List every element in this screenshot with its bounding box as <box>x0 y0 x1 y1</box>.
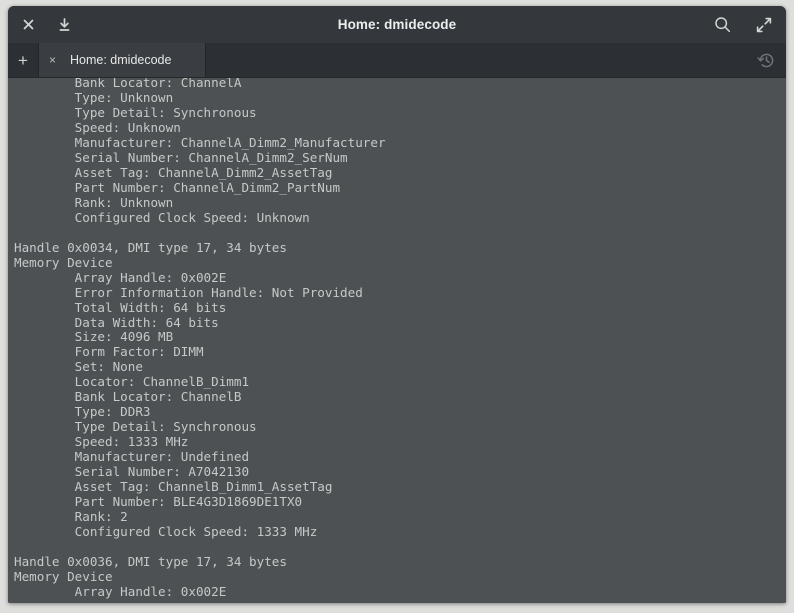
terminal-line: Serial Number: ChannelA_Dimm2_SerNum <box>14 149 348 165</box>
tab-label: Home: dmidecode <box>70 53 172 67</box>
terminal-line: Array Handle: 0x002E <box>14 269 227 285</box>
terminal-line: Type: Unknown <box>14 89 174 105</box>
terminal-line: Asset Tag: ChannelA_Dimm2_AssetTag <box>14 164 333 180</box>
terminal-line: Type: DDR3 <box>14 404 151 420</box>
terminal-line: Error Information Handle: Not Provided <box>14 284 363 300</box>
terminal-line: Handle 0x0034, DMI type 17, 34 bytes <box>14 239 287 255</box>
terminal-line: Locator: ChannelB_Dimm1 <box>14 374 250 390</box>
terminal-line: Size: 4096 MB <box>14 329 174 345</box>
terminal-window: Home: dmidecode + × Home: dmidecode Bank… <box>8 6 786 603</box>
new-tab-label: + <box>18 50 28 70</box>
terminal-line: Memory Device <box>14 254 113 270</box>
terminal-line: Type Detail: Synchronous <box>14 419 257 435</box>
terminal-line: Set: None <box>14 359 143 375</box>
terminal-line: Manufacturer: ChannelA_Dimm2_Manufacture… <box>14 134 386 150</box>
window-titlebar[interactable]: Home: dmidecode <box>8 6 786 43</box>
terminal-line: Total Width: 64 bits <box>14 299 227 315</box>
history-icon[interactable] <box>746 43 786 77</box>
terminal-line: Speed: 1333 MHz <box>14 434 189 450</box>
terminal-text: Bank Locator: ChannelA Type: Unknown Typ… <box>14 78 786 603</box>
terminal-output-area[interactable]: Bank Locator: ChannelA Type: Unknown Typ… <box>8 78 786 603</box>
terminal-line: Form Factor: DIMM <box>14 344 204 360</box>
tab-close-icon[interactable]: × <box>49 54 56 66</box>
terminal-line: Configured Clock Speed: 1333 MHz <box>14 524 318 540</box>
terminal-line: Memory Device <box>14 568 113 584</box>
tab-bar-empty-area <box>206 43 746 77</box>
terminal-line: Rank: Unknown <box>14 194 174 210</box>
terminal-line: Manufacturer: Undefined <box>14 449 250 465</box>
terminal-line: Serial Number: A7042130 <box>14 464 250 480</box>
fullscreen-icon[interactable] <box>754 15 774 35</box>
terminal-line: Asset Tag: ChannelB_Dimm1_AssetTag <box>14 479 333 495</box>
terminal-line: Type Detail: Synchronous <box>14 104 257 120</box>
terminal-line: Part Number: BLE4G3D1869DE1TX0 <box>14 494 303 510</box>
close-icon[interactable] <box>18 15 38 35</box>
terminal-line: Array Handle: 0x002E <box>14 583 227 599</box>
terminal-line: Speed: Unknown <box>14 119 181 135</box>
titlebar-left-buttons <box>8 15 74 35</box>
terminal-line: Bank Locator: ChannelB <box>14 389 242 405</box>
terminal-line: Data Width: 64 bits <box>14 314 219 330</box>
terminal-line: Rank: 2 <box>14 509 128 525</box>
terminal-line: Bank Locator: ChannelA <box>14 78 242 90</box>
tab-home-dmidecode[interactable]: × Home: dmidecode <box>38 43 206 77</box>
search-icon[interactable] <box>712 15 732 35</box>
terminal-line: Handle 0x0036, DMI type 17, 34 bytes <box>14 554 287 569</box>
tab-bar: + × Home: dmidecode <box>8 43 786 78</box>
desktop-background: Home: dmidecode + × Home: dmidecode Bank… <box>0 0 794 613</box>
titlebar-right-buttons <box>712 6 774 43</box>
new-tab-button[interactable]: + <box>8 43 38 77</box>
window-title: Home: dmidecode <box>337 17 457 32</box>
terminal-line: Part Number: ChannelA_Dimm2_PartNum <box>14 179 341 195</box>
download-arrow-icon[interactable] <box>54 15 74 35</box>
terminal-line: Configured Clock Speed: Unknown <box>14 209 310 225</box>
